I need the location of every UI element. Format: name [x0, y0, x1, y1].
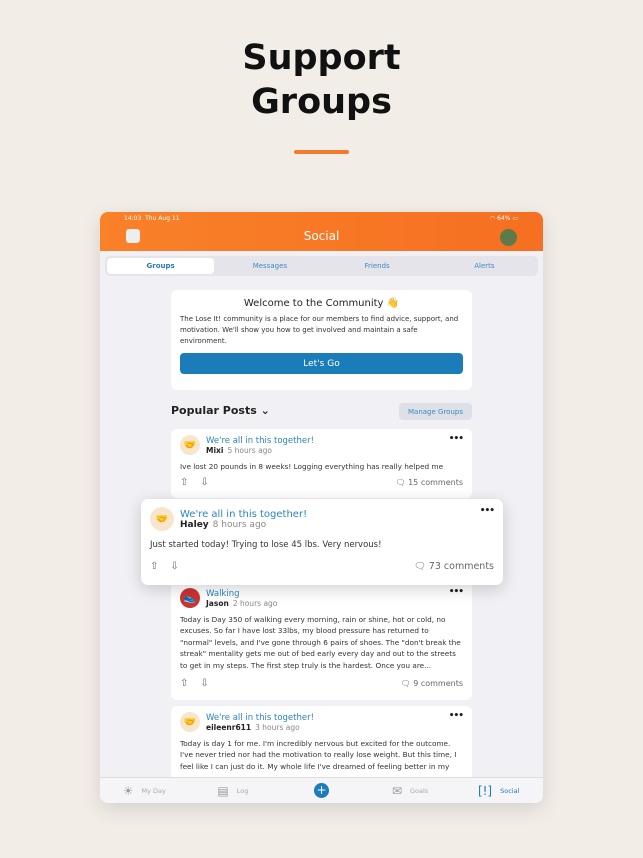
status-time: 14:03 Thu Aug 11 [124, 215, 180, 222]
upvote-icon[interactable]: ⇧ [180, 477, 188, 488]
add-button[interactable]: + [277, 783, 366, 798]
more-icon[interactable]: ••• [449, 711, 464, 721]
divider [294, 150, 349, 154]
post-text: Just started today! Trying to lose 45 lb… [150, 540, 382, 550]
more-icon[interactable]: ••• [449, 434, 464, 444]
post-meta: eileenr611 3 hours ago [206, 722, 300, 732]
segmented-tabs: Groups Messages Friends Alerts [105, 256, 538, 276]
group-avatar: 👟 [180, 588, 200, 608]
chart-icon: ✉ [391, 783, 402, 798]
bottom-tab-bar: ☀ My Day ▤ Log + ✉ Goals [!] Social [100, 777, 543, 803]
group-name[interactable]: We're all in this together! [206, 436, 314, 446]
tab-groups[interactable]: Groups [107, 258, 215, 274]
more-icon[interactable]: ••• [449, 587, 464, 597]
downvote-icon[interactable]: ⇩ [200, 477, 208, 488]
post-card[interactable]: 👟 Walking Jason 2 hours ago ••• Today is Da… [171, 582, 472, 700]
post-card[interactable]: 🤝 We're all in this together! Mixi 5 hours … [171, 429, 472, 498]
post-meta: Mixi 5 hours ago [206, 445, 273, 455]
group-name[interactable]: We're all in this together! [180, 509, 307, 520]
tab-social[interactable]: [!] Social [454, 784, 543, 798]
group-name[interactable]: Walking [206, 589, 277, 599]
plus-icon: + [313, 783, 329, 798]
group-name[interactable]: We're all in this together! [206, 713, 314, 723]
profile-avatar[interactable] [500, 229, 517, 246]
featured-post-card[interactable]: 🤝 We're all in this together! Haley 8 hours… [141, 499, 503, 585]
group-avatar: 🤝 [180, 435, 200, 455]
headline: Support Groups [242, 38, 401, 122]
tab-friends[interactable]: Friends [324, 256, 431, 276]
tab-goals[interactable]: ✉ Goals [366, 784, 455, 798]
post-meta: Jason 2 hours ago [206, 598, 278, 608]
social-icon: [!] [477, 783, 493, 798]
welcome-title: Welcome to the Community 👋 [243, 298, 400, 309]
post-text: Today is day 1 for me. I'm incredibly ne… [180, 739, 457, 771]
upvote-icon[interactable]: ⇧ [150, 561, 158, 572]
popular-posts-dropdown[interactable]: Popular Posts ⌄ [171, 404, 270, 417]
downvote-icon[interactable]: ⇩ [170, 561, 178, 572]
welcome-card: Welcome to the Community 👋 The Lose It! … [171, 290, 472, 390]
post-text: Today is Day 350 of walking every mornin… [180, 615, 461, 670]
post-meta: Haley 8 hours ago [180, 519, 267, 530]
top-bar: 14:03 Thu Aug 11 ◠ 64% ▭ Social [100, 212, 543, 251]
tab-my-day[interactable]: ☀ My Day [100, 784, 189, 798]
group-avatar: 🤝 [180, 712, 200, 732]
group-avatar: 🤝 [150, 507, 174, 531]
tab-messages[interactable]: Messages [216, 256, 323, 276]
lets-go-button[interactable]: Let's Go [180, 353, 463, 374]
downvote-icon[interactable]: ⇩ [200, 678, 208, 689]
welcome-text: The Lose It! community is a place for ou… [180, 315, 459, 345]
comments-link[interactable]: 🗨 15 comments [395, 478, 463, 487]
comments-link[interactable]: 🗨 9 comments [400, 679, 463, 688]
post-text: Ive lost 20 pounds in 8 weeks! Logging e… [180, 462, 444, 471]
sunrise-icon: ☀ [122, 783, 134, 798]
comments-link[interactable]: 🗨 73 comments [414, 561, 494, 572]
status-battery: ◠ 64% ▭ [489, 215, 518, 222]
page-title: Social [303, 229, 340, 243]
manage-groups-button[interactable]: Manage Groups [399, 403, 472, 420]
upvote-icon[interactable]: ⇧ [180, 678, 188, 689]
tab-log[interactable]: ▤ Log [189, 784, 278, 798]
clipboard-icon: ▤ [217, 783, 229, 798]
more-icon[interactable]: ••• [480, 506, 495, 516]
tab-alerts[interactable]: Alerts [431, 256, 538, 276]
post-card[interactable]: 🤝 We're all in this together! eileenr611 3 … [171, 706, 472, 786]
